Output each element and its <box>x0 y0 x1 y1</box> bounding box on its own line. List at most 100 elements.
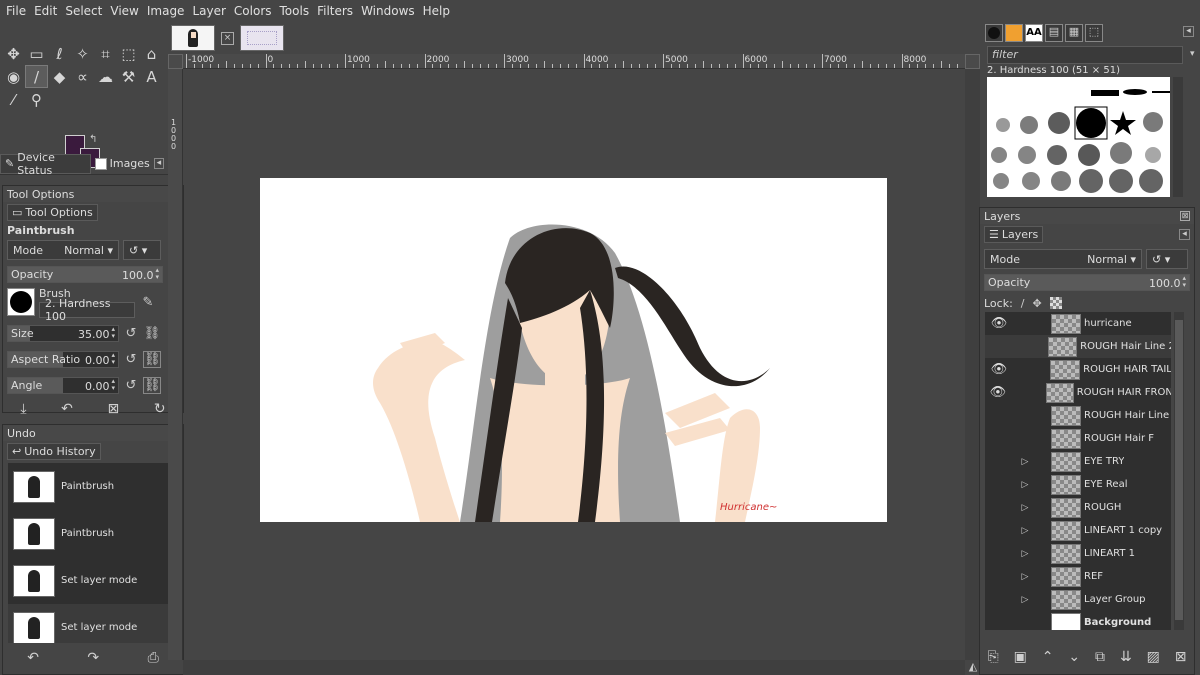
move-icon[interactable]: ✥ <box>2 42 25 65</box>
transform-icon[interactable]: ⬚ <box>117 42 140 65</box>
redo-icon[interactable]: ↷ <box>87 650 99 666</box>
layer-group-row[interactable]: ▷ EYE Real <box>985 473 1171 496</box>
menu-help[interactable]: Help <box>419 0 454 22</box>
layer-row[interactable]: ROUGH Hair Line <box>985 404 1171 427</box>
edit-brush-icon[interactable]: ✎ <box>139 295 157 310</box>
airbrush-icon[interactable]: ∝ <box>71 65 94 88</box>
undo-item[interactable]: Paintbrush <box>8 510 168 557</box>
menu-layer[interactable]: Layer <box>188 0 229 22</box>
brush-grid[interactable] <box>987 77 1170 197</box>
layer-list-scrollbar[interactable] <box>1174 312 1184 630</box>
size-slider[interactable]: Size 35.00 ▴ ▾ <box>7 324 119 342</box>
text-icon[interactable]: A <box>140 65 163 88</box>
layer-group-row[interactable]: ▷ LINEART 1 <box>985 542 1171 565</box>
bucket-fill-icon[interactable]: ◉ <box>2 65 25 88</box>
layer-mode-select[interactable]: Mode Normal ▾ <box>984 249 1142 269</box>
layer-row[interactable]: ROUGH Hair F <box>985 427 1171 450</box>
layer-row[interactable]: 👁 ROUGH HAIR TAIL <box>985 358 1171 381</box>
merge-down-icon[interactable]: ⇊ <box>1120 649 1132 665</box>
layer-mode-reset-button[interactable]: ↺ ▾ <box>1146 249 1188 269</box>
layer-group-row[interactable]: ▷ LINEART 1 copy <box>985 519 1171 542</box>
tool-presets-icon[interactable]: ⬚ <box>1085 24 1103 42</box>
new-layer-group-icon[interactable]: ▣ <box>1014 649 1027 665</box>
swap-colors-icon[interactable]: ↰ <box>89 134 97 145</box>
clone-icon[interactable]: ⚒ <box>117 65 140 88</box>
eye-icon[interactable]: 👁 <box>985 362 1013 377</box>
menu-select[interactable]: Select <box>61 0 106 22</box>
quick-mask-toggle[interactable] <box>168 54 183 69</box>
expand-arrow-icon[interactable]: ▷ <box>1013 457 1037 467</box>
image-canvas[interactable]: Hurricane~ <box>260 178 887 522</box>
brush-preview[interactable] <box>7 288 35 316</box>
undo-item[interactable]: Set layer mode <box>8 557 168 604</box>
paintbrush-icon[interactable]: / <box>25 65 48 88</box>
aspect-ratio-slider[interactable]: Aspect Ratio 0.00 ▴ ▾ <box>7 350 119 368</box>
eraser-icon[interactable]: ◆ <box>48 65 71 88</box>
delete-layer-icon[interactable]: ⊠ <box>1175 649 1187 665</box>
menu-windows[interactable]: Windows <box>357 0 419 22</box>
menu-colors[interactable]: Colors <box>230 0 276 22</box>
layer-opacity-slider[interactable]: Opacity 100.0 ▴ ▾ <box>984 273 1190 291</box>
reset-size-icon[interactable]: ↺ <box>122 326 140 341</box>
fonts-tab-icon[interactable]: AA <box>1025 24 1043 42</box>
navigate-icon[interactable]: ◭ <box>966 660 980 675</box>
tab-menu-icon[interactable]: ◂ <box>1179 228 1190 240</box>
layer-group-row[interactable]: ▷ REF <box>985 565 1171 588</box>
tab-tool-options[interactable]: ▭ Tool Options <box>7 203 98 221</box>
reset-angle-icon[interactable]: ↺ <box>122 378 140 393</box>
opacity-slider[interactable]: Opacity 100.0 ▴ ▾ <box>7 265 163 283</box>
duplicate-layer-icon[interactable]: ⧉ <box>1095 649 1105 665</box>
image-tab-active[interactable] <box>171 25 215 51</box>
link-aspect-icon[interactable]: ⛓ <box>143 350 161 368</box>
expand-arrow-icon[interactable]: ▷ <box>1013 549 1037 559</box>
layer-group-row[interactable]: ▷ EYE TRY <box>985 450 1171 473</box>
lower-layer-icon[interactable]: ⌄ <box>1068 649 1080 665</box>
crop-icon[interactable]: ⌗ <box>94 42 117 65</box>
new-layer-icon[interactable]: ⎘ <box>987 649 998 665</box>
document-history-icon[interactable]: ▤ <box>1045 24 1063 42</box>
lasso-icon[interactable]: ℓ <box>48 42 71 65</box>
link-size-icon[interactable]: ⛓ <box>143 326 161 341</box>
horizontal-scrollbar[interactable] <box>183 660 965 675</box>
layer-row[interactable]: 👁 ROUGH HAIR FRONT <box>985 381 1171 404</box>
mode-reset-button[interactable]: ↺ ▾ <box>123 240 161 260</box>
patterns-tab-icon[interactable] <box>1005 24 1023 42</box>
vertical-scrollbar[interactable] <box>965 69 980 660</box>
expand-arrow-icon[interactable]: ▷ <box>1013 572 1037 582</box>
color-picker-icon[interactable]: ⁄ <box>2 88 25 111</box>
filter-dropdown-icon[interactable]: ▾ <box>1190 49 1195 59</box>
angle-slider[interactable]: Angle 0.00 ▴ ▾ <box>7 376 119 394</box>
close-tab-icon[interactable]: × <box>221 31 234 45</box>
lock-alpha-icon[interactable] <box>1049 297 1062 309</box>
lock-position-icon[interactable]: ✥ <box>1033 297 1042 310</box>
fuzzy-select-icon[interactable]: ✧ <box>71 42 94 65</box>
mask-layer-icon[interactable]: ▨ <box>1147 649 1160 665</box>
eye-icon[interactable]: 👁 <box>985 385 1011 400</box>
raise-layer-icon[interactable]: ⌃ <box>1042 649 1054 665</box>
brushes-tab-icon[interactable] <box>985 24 1003 42</box>
zoom-lock-icon[interactable] <box>965 54 980 69</box>
delete-options-icon[interactable]: ⊠ <box>108 401 120 417</box>
menu-image[interactable]: Image <box>143 0 189 22</box>
menu-file[interactable]: File <box>2 0 30 22</box>
dock-menu-icon[interactable]: ◂ <box>1183 26 1194 37</box>
rect-select-icon[interactable]: ▭ <box>25 42 48 65</box>
expand-arrow-icon[interactable]: ▷ <box>1013 595 1037 605</box>
eye-icon[interactable]: 👁 <box>985 316 1013 331</box>
dock-menu-icon[interactable]: ◂ <box>153 158 164 169</box>
layer-group-row[interactable]: ▷ Layer Group <box>985 588 1171 611</box>
undo-item[interactable]: Set layer mode <box>8 604 168 643</box>
menu-tools[interactable]: Tools <box>276 0 314 22</box>
templates-tab-icon[interactable]: ▦ <box>1065 24 1083 42</box>
clear-history-icon[interactable]: ⎙ <box>148 650 159 666</box>
lock-pixels-icon[interactable]: / <box>1021 297 1025 310</box>
smudge-icon[interactable]: ☁ <box>94 65 117 88</box>
close-icon[interactable]: ⊠ <box>1180 211 1190 221</box>
expand-arrow-icon[interactable]: ▷ <box>1013 526 1037 536</box>
brush-filter-input[interactable]: filter <box>987 46 1183 64</box>
menu-view[interactable]: View <box>106 0 142 22</box>
expand-arrow-icon[interactable]: ▷ <box>1013 503 1037 513</box>
mode-select[interactable]: Mode Normal ▾ <box>7 240 119 260</box>
tab-undo-history[interactable]: ↩ Undo History <box>7 442 101 460</box>
restore-options-icon[interactable]: ↶ <box>61 401 73 417</box>
